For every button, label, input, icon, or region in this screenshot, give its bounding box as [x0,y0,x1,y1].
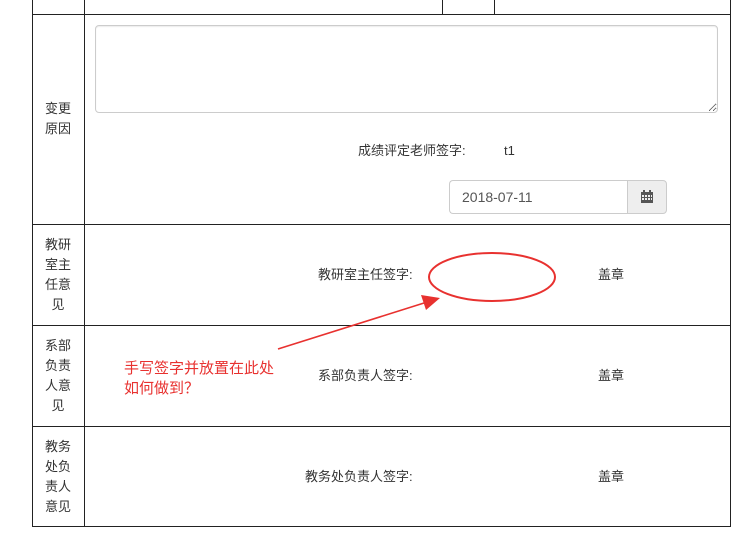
director-seal-label: 盖章 [598,267,625,282]
change-reason-label: 变更 原因 [44,101,71,136]
date-picker [449,180,667,214]
academic-affairs-seal-label: 盖章 [598,469,625,484]
change-reason-textarea[interactable] [95,25,718,113]
academic-affairs-signature-label: 教务处负责人签字: [305,469,413,484]
row-divider [32,526,731,527]
director-signature-label: 教研室主任签字: [318,267,413,282]
department-head-seal-label: 盖章 [598,368,625,383]
column-divider [84,0,85,527]
academic-affairs-opinion-label: 教务 处负 责人 意见 [44,439,71,514]
row-divider [32,224,731,225]
annotation-note: 手写签字并放置在此处 如何做到？ [124,360,275,397]
date-input[interactable] [449,180,629,214]
column-divider [494,0,495,14]
row-divider [32,14,731,15]
column-divider [442,0,443,14]
approval-form-table: 变更 原因 成绩评定老师签字: t1 教研 室主 任意 见 [32,0,731,527]
grading-teacher-signature-label: 成绩评定老师签字: [358,143,466,158]
column-divider [730,0,731,527]
department-head-signature-label: 系部负责人签字: [318,368,413,383]
row-divider [32,325,731,326]
row-divider [32,426,731,427]
director-opinion-label: 教研 室主 任意 见 [44,237,71,312]
department-head-opinion-label: 系部 负责 人意 见 [44,338,71,413]
date-picker-button[interactable] [627,180,667,214]
grading-teacher-signature-value: t1 [504,143,515,158]
calendar-icon [641,190,653,203]
